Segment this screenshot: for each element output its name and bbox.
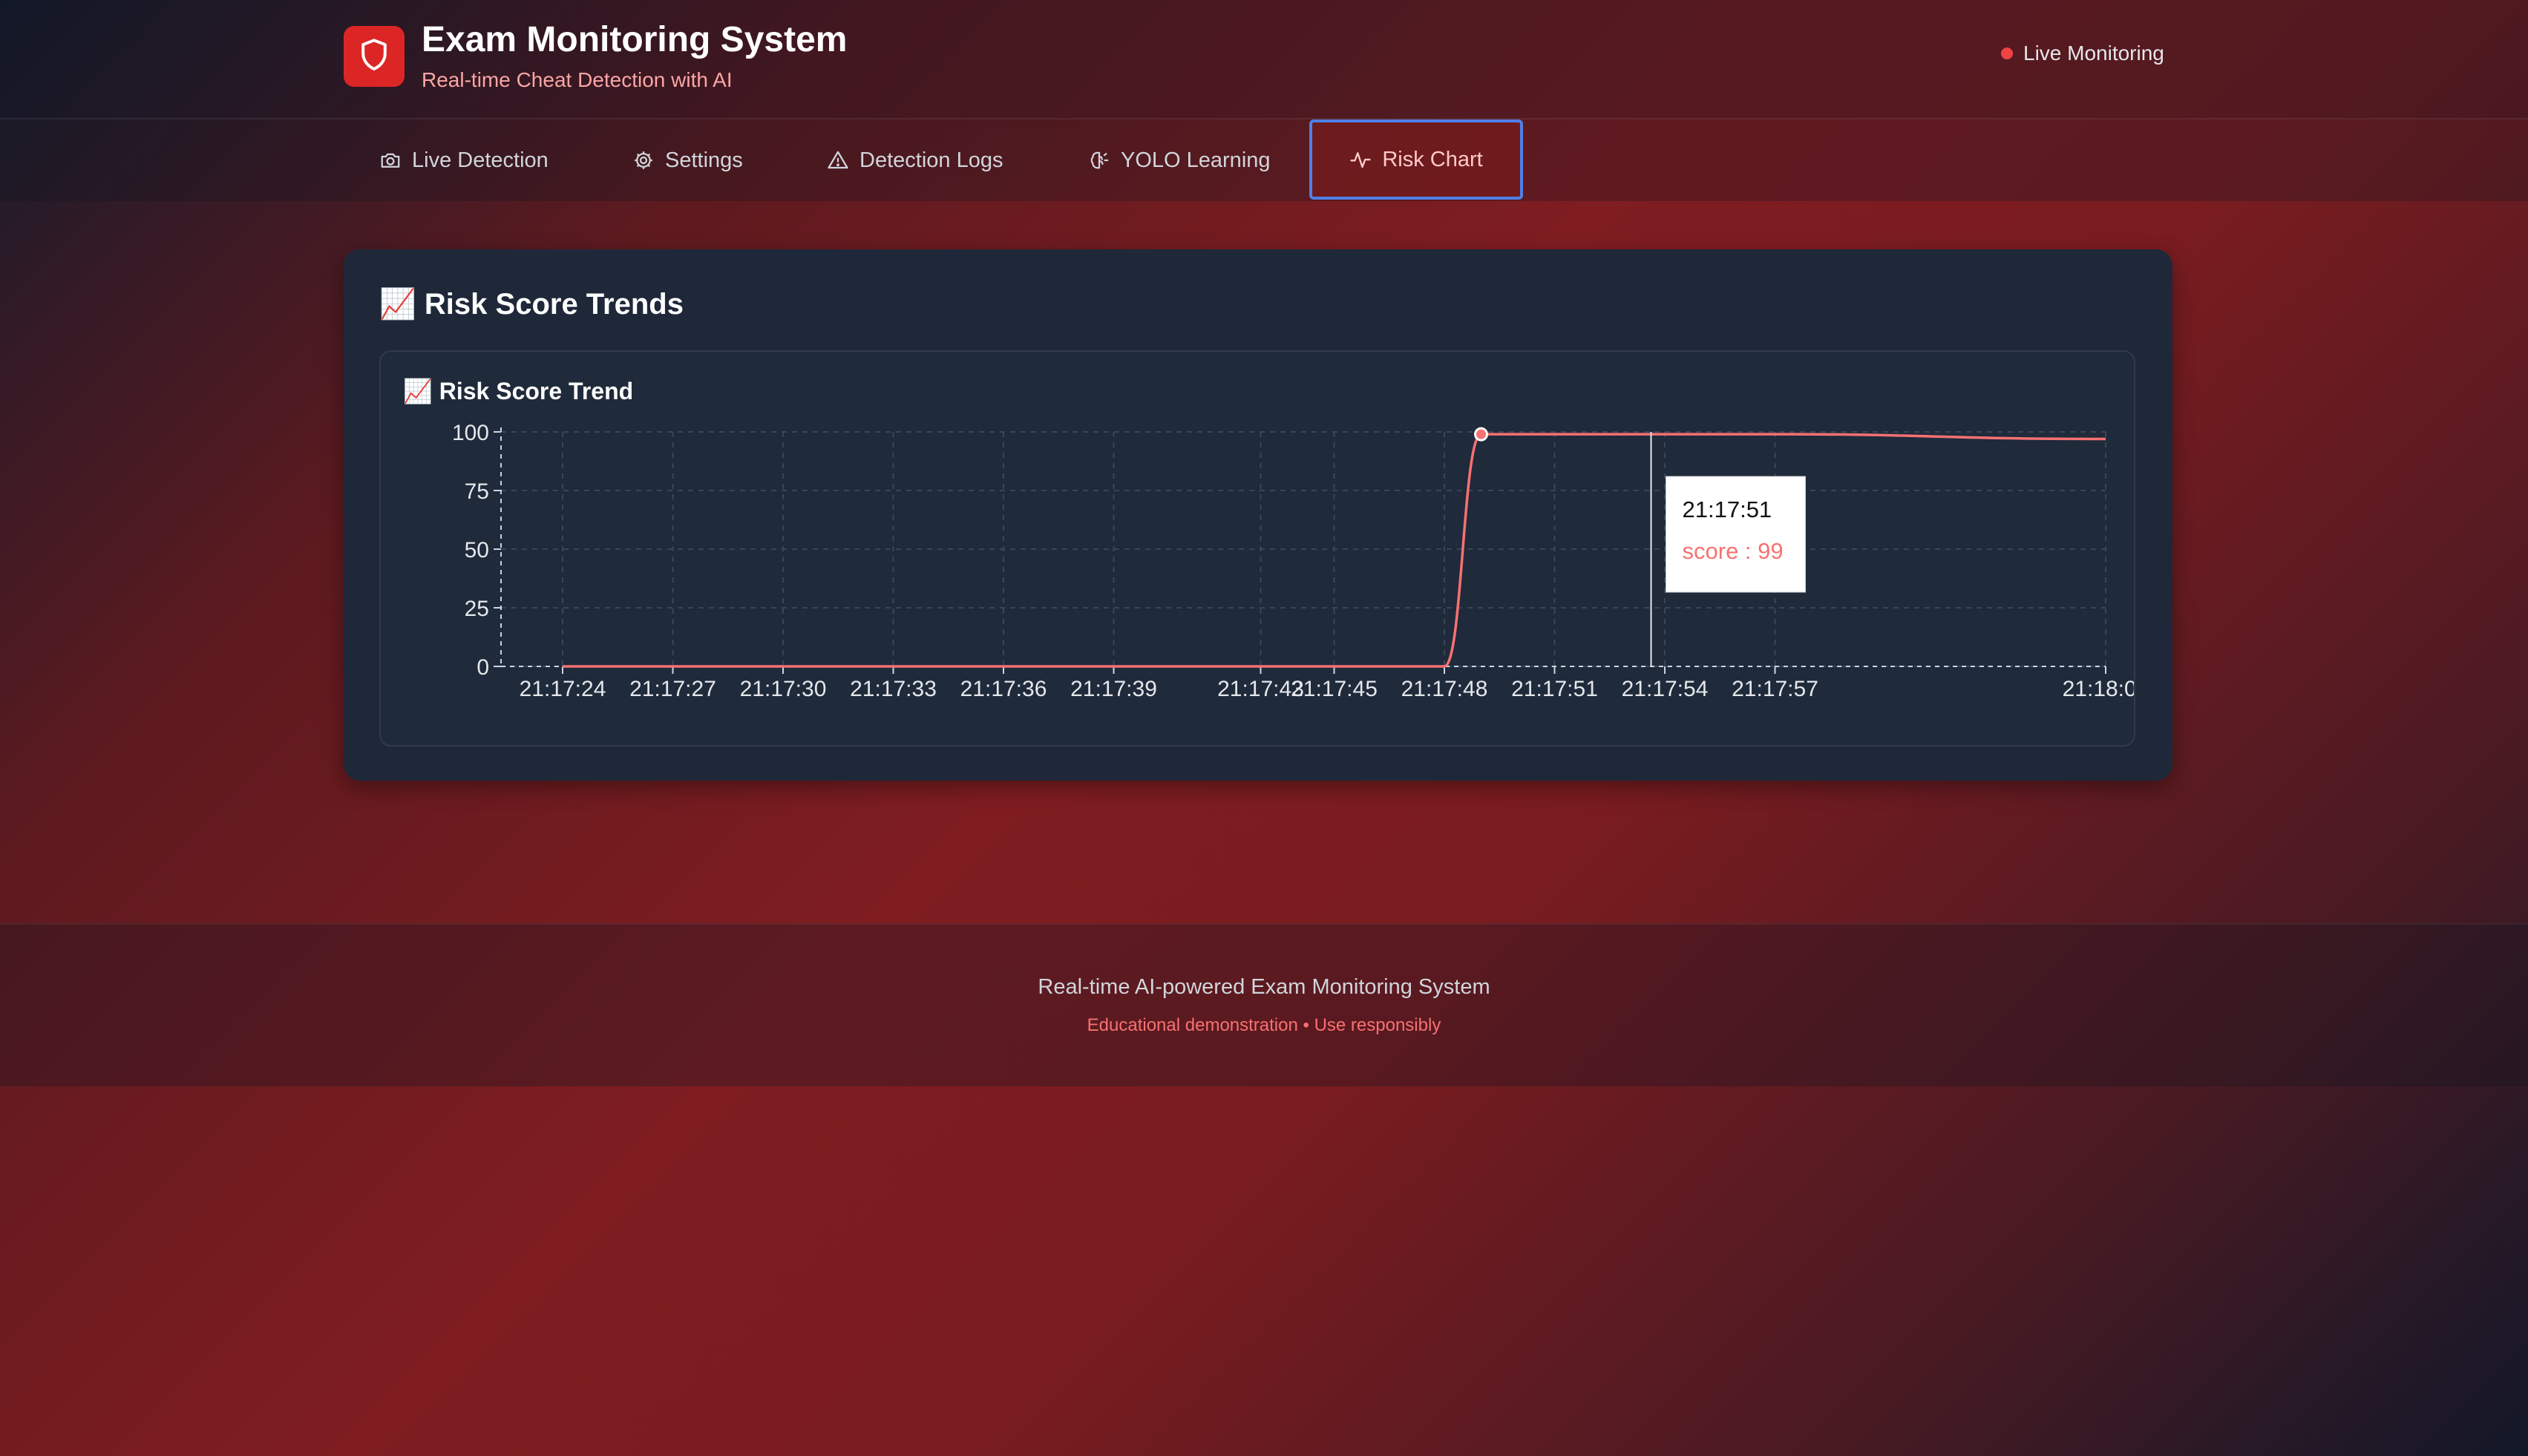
- data-point: [1332, 664, 1337, 669]
- app-title: Exam Monitoring System: [422, 20, 848, 59]
- y-tick-label: 100: [452, 421, 489, 445]
- data-point: [891, 664, 896, 669]
- footer: Real-time AI-powered Exam Monitoring Sys…: [0, 923, 2528, 1086]
- live-status: Live Monitoring: [2001, 42, 2164, 65]
- data-point: [781, 664, 785, 669]
- active-point: [1474, 427, 1488, 442]
- tab-detection-logs-label: Detection Logs: [859, 148, 1003, 172]
- camera-icon: [379, 149, 402, 171]
- data-point: [560, 664, 565, 669]
- activity-icon: [1349, 148, 1372, 171]
- logo: [344, 26, 405, 87]
- data-point: [1112, 664, 1116, 669]
- tooltip-value: score : 99: [1683, 538, 1784, 564]
- tab-settings[interactable]: Settings: [632, 119, 743, 201]
- x-tick-label: 21:17:54: [1622, 677, 1709, 701]
- live-status-label: Live Monitoring: [2023, 42, 2164, 65]
- chart-tooltip: [1666, 476, 1806, 593]
- risk-trends-card: 📈 Risk Score Trends 0 25 50 75 100 21:17:24 21…: [344, 249, 2172, 781]
- y-tick-label: 50: [465, 538, 489, 563]
- x-tick-label: 21:17:27: [629, 677, 716, 701]
- tab-yolo-learning[interactable]: YOLO Learning: [1088, 119, 1271, 201]
- x-tick-label: 21:17:39: [1070, 677, 1157, 701]
- data-point: [671, 664, 675, 669]
- gear-icon: [632, 149, 655, 171]
- tab-risk-chart[interactable]: Risk Chart: [1309, 119, 1523, 200]
- data-point: [1773, 432, 1778, 436]
- tab-bar: Live Detection Settings Detection Logs Y…: [0, 119, 2528, 201]
- risk-score-chart[interactable]: 0 25 50 75 100 21:17:24 21:17:27 21:17:30 21:17:…: [381, 352, 2134, 745]
- x-tick-label: 21:17:30: [740, 677, 827, 701]
- app-header: Exam Monitoring System Real-time Cheat D…: [0, 0, 2528, 119]
- x-tick-label: 21:17:48: [1401, 677, 1488, 701]
- tooltip-time: 21:17:51: [1683, 496, 1772, 522]
- data-point: [1442, 664, 1447, 669]
- x-tick-label: 21:17:51: [1511, 677, 1598, 701]
- data-point: [1259, 664, 1263, 669]
- chart-title: 📈 Risk Score Trend: [403, 378, 634, 404]
- brain-icon: [1088, 149, 1110, 171]
- tab-live-detection[interactable]: Live Detection: [379, 119, 549, 201]
- data-point: [1553, 432, 1557, 436]
- x-tick-label: 21:18:06: [2063, 677, 2134, 701]
- app-subtitle: Real-time Cheat Detection with AI: [422, 68, 733, 91]
- y-tick-label: 0: [477, 655, 489, 680]
- tab-yolo-learning-label: YOLO Learning: [1121, 148, 1271, 172]
- y-tick-label: 75: [465, 479, 489, 504]
- x-tick-label: 21:17:57: [1732, 677, 1818, 701]
- chart-panel: 0 25 50 75 100 21:17:24 21:17:27 21:17:30 21:17:…: [379, 350, 2135, 747]
- live-dot-icon: [2001, 47, 2013, 59]
- tab-risk-chart-label: Risk Chart: [1382, 147, 1483, 171]
- x-tick-label: 21:17:45: [1291, 677, 1378, 701]
- warning-icon: [827, 149, 849, 171]
- tab-live-detection-label: Live Detection: [412, 148, 549, 172]
- data-point: [1663, 432, 1667, 436]
- y-tick-label: 25: [465, 597, 489, 621]
- data-point: [1001, 664, 1006, 669]
- x-tick-label: 21:17:33: [850, 677, 937, 701]
- tab-detection-logs[interactable]: Detection Logs: [827, 119, 1003, 201]
- x-tick-label: 21:17:36: [960, 677, 1047, 701]
- card-title: 📈 Risk Score Trends: [379, 288, 684, 321]
- data-point: [2103, 436, 2108, 441]
- x-tick-label: 21:17:24: [520, 677, 606, 701]
- shield-icon: [359, 38, 389, 76]
- tab-settings-label: Settings: [665, 148, 743, 172]
- footer-main-text: Real-time AI-powered Exam Monitoring Sys…: [1038, 975, 1490, 999]
- footer-sub-text: Educational demonstration • Use responsi…: [1087, 1015, 1441, 1035]
